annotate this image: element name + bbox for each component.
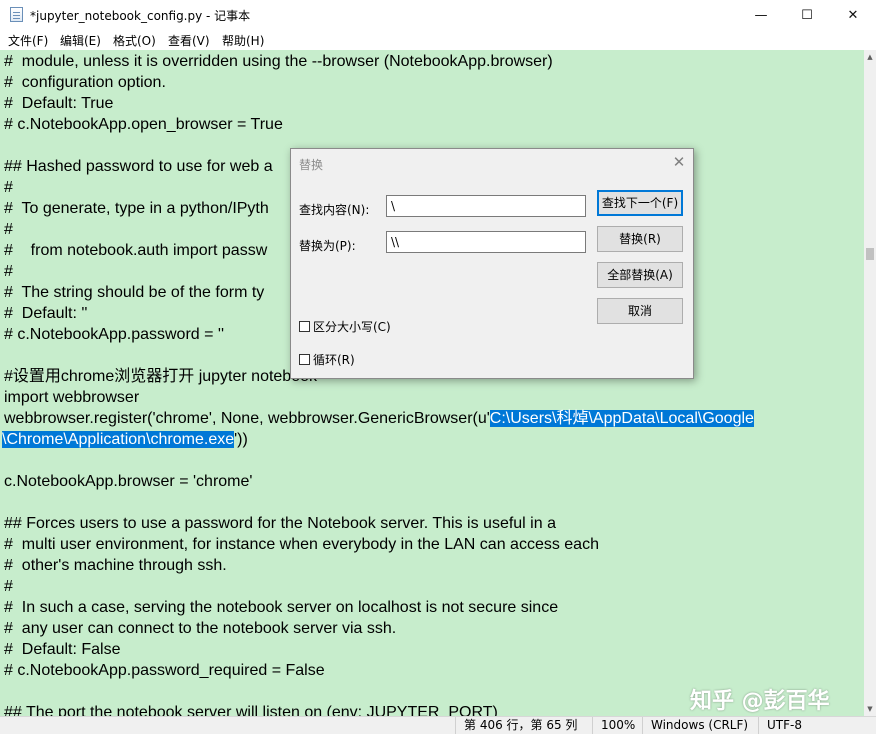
dialog-close-icon[interactable]: ✕ [671,154,687,170]
menu-file[interactable]: 文件(F) [8,32,48,49]
code-line: # Default: '' [4,305,88,322]
status-encoding: UTF-8 [758,717,876,734]
find-next-button[interactable]: 查找下一个(F) [597,190,683,216]
selected-text: C:\Users\科焯\AppData\Local\Google [489,410,754,427]
wrap-label: 循环(R) [313,353,355,367]
menu-bar: 文件(F) 编辑(E) 格式(O) 查看(V) 帮助(H) [0,30,876,50]
minimize-button[interactable]: — [738,0,784,30]
status-bar: 第 406 行，第 65 列 100% Windows (CRLF) UTF-8 [0,716,876,734]
title-bar: *jupyter_notebook_config.py - 记事本 — ☐ ✕ [0,0,876,30]
code-line: # [4,578,13,595]
find-input[interactable]: \ [386,195,586,217]
replace-dialog: 替换 ✕ 查找内容(N): \ 替换为(P): \\ 查找下一个(F) 替换(R… [290,148,694,379]
code-text: webbrowser.register('chrome', None, webb… [4,410,490,427]
code-line: ## Forces users to use a password for th… [4,515,556,532]
match-case-label: 区分大小写(C) [313,320,391,334]
code-text: ')) [234,431,248,448]
status-zoom: 100% [592,717,642,734]
selected-text: \Chrome\Application\chrome.exe [2,431,235,448]
code-line: # multi user environment, for instance w… [4,536,599,553]
code-line: ## Hashed password to use for web a [4,158,273,175]
replace-button[interactable]: 替换(R) [597,226,683,252]
code-line: webbrowser.register('chrome', None, webb… [4,408,754,429]
code-line: \Chrome\Application\chrome.exe')) [2,429,248,450]
replace-input[interactable]: \\ [386,231,586,253]
code-line: # [4,221,13,238]
code-line: # other's machine through ssh. [4,557,227,574]
code-line: # c.NotebookApp.open_browser = True [4,116,283,133]
match-case-checkbox[interactable]: 区分大小写(C) [299,318,391,335]
find-label: 查找内容(N): [299,203,370,217]
close-button[interactable]: ✕ [830,0,876,30]
vertical-scrollbar[interactable]: ▲ ▼ [864,50,876,716]
checkbox-icon[interactable] [299,354,310,365]
status-line-ending: Windows (CRLF) [642,717,758,734]
maximize-button[interactable]: ☐ [784,0,830,30]
code-line: import webbrowser [4,389,140,406]
window-title: *jupyter_notebook_config.py - 记事本 [30,9,251,23]
watermark: 知乎 @彭百华 [690,689,830,714]
menu-edit[interactable]: 编辑(E) [60,32,101,49]
code-line: # from notebook.auth import passw [4,242,268,259]
menu-help[interactable]: 帮助(H) [222,32,264,49]
status-position: 第 406 行，第 65 列 [455,717,592,734]
scrollbar-thumb[interactable] [866,248,874,260]
code-line: # Default: True [4,95,114,112]
code-line: # c.NotebookApp.password = '' [4,326,225,343]
code-line: # To generate, type in a python/IPyth [4,200,269,217]
checkbox-icon[interactable] [299,321,310,332]
code-line: # In such a case, serving the notebook s… [4,599,559,616]
menu-view[interactable]: 查看(V) [168,32,210,49]
scroll-down-icon[interactable]: ▼ [864,702,876,716]
replace-label: 替换为(P): [299,239,356,253]
code-line: # The string should be of the form ty [4,284,265,301]
menu-format[interactable]: 格式(O) [113,32,156,49]
code-line: ## The port the notebook server will lis… [4,704,498,716]
code-line: # configuration option. [4,74,166,91]
code-line: # [4,179,13,196]
code-line: # module, unless it is overridden using … [4,53,553,70]
notepad-icon [10,7,23,22]
scroll-up-icon[interactable]: ▲ [864,50,876,64]
code-line: # any user can connect to the notebook s… [4,620,397,637]
cancel-button[interactable]: 取消 [597,298,683,324]
code-line: c.NotebookApp.browser = 'chrome' [4,473,253,490]
code-line: #设置用chrome浏览器打开 jupyter notebook [4,368,318,385]
code-line: # [4,263,13,280]
code-line: # c.NotebookApp.password_required = Fals… [4,662,325,679]
dialog-title: 替换 [299,158,324,172]
code-line: # Default: False [4,641,121,658]
replace-all-button[interactable]: 全部替换(A) [597,262,683,288]
wrap-checkbox[interactable]: 循环(R) [299,351,355,368]
